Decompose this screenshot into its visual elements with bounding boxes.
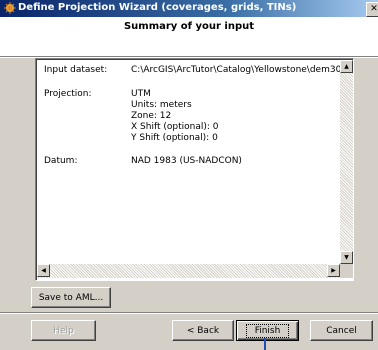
help-label: Help bbox=[53, 326, 74, 336]
finish-button[interactable]: Finish bbox=[236, 320, 299, 341]
scroll-left-icon[interactable]: ◀ bbox=[37, 264, 50, 277]
back-label: < Back bbox=[186, 326, 220, 336]
summary-listbox[interactable]: Input dataset: C:\ArcGIS\ArcTutor\Catalo… bbox=[35, 58, 354, 281]
help-button[interactable]: Help bbox=[31, 320, 96, 341]
close-button[interactable]: ✕ bbox=[366, 2, 378, 17]
scrollbar-corner bbox=[340, 264, 353, 278]
cancel-label: Cancel bbox=[326, 326, 357, 336]
summary-value: X Shift (optional): 0 bbox=[131, 122, 219, 132]
window-title: Define Projection Wizard (coverages, gri… bbox=[18, 2, 297, 13]
scroll-down-icon[interactable]: ▼ bbox=[340, 251, 353, 264]
summary-value: Zone: 12 bbox=[131, 111, 172, 121]
scroll-right-icon[interactable]: ▶ bbox=[327, 264, 340, 277]
save-to-aml-button[interactable]: Save to AML... bbox=[31, 287, 111, 308]
summary-label: Input dataset: bbox=[44, 65, 108, 75]
back-button[interactable]: < Back bbox=[172, 320, 234, 341]
horizontal-scrollbar[interactable]: ◀ ▶ bbox=[37, 264, 340, 278]
vertical-scrollbar[interactable]: ▲ ▼ bbox=[340, 60, 353, 264]
finish-label: Finish bbox=[245, 324, 290, 338]
scroll-up-icon[interactable]: ▲ bbox=[340, 60, 353, 73]
summary-value: UTM bbox=[131, 89, 151, 99]
wizard-icon bbox=[4, 2, 16, 14]
summary-value: C:\ArcGIS\ArcTutor\Catalog\Yellowstone\d… bbox=[131, 65, 342, 75]
summary-value: Units: meters bbox=[131, 100, 192, 110]
pointer-indicator bbox=[264, 338, 266, 350]
cancel-button[interactable]: Cancel bbox=[310, 320, 373, 341]
wizard-header: Summary of your input bbox=[0, 17, 378, 57]
title-bar: Define Projection Wizard (coverages, gri… bbox=[0, 0, 378, 17]
summary-label: Datum: bbox=[44, 156, 78, 166]
save-to-aml-label: Save to AML... bbox=[38, 293, 104, 303]
page-title: Summary of your input bbox=[123, 21, 255, 32]
summary-label: Projection: bbox=[44, 89, 92, 99]
summary-value: Y Shift (optional): 0 bbox=[131, 133, 218, 143]
footer-divider bbox=[0, 312, 378, 314]
summary-value: NAD 1983 (US-NADCON) bbox=[131, 156, 242, 166]
